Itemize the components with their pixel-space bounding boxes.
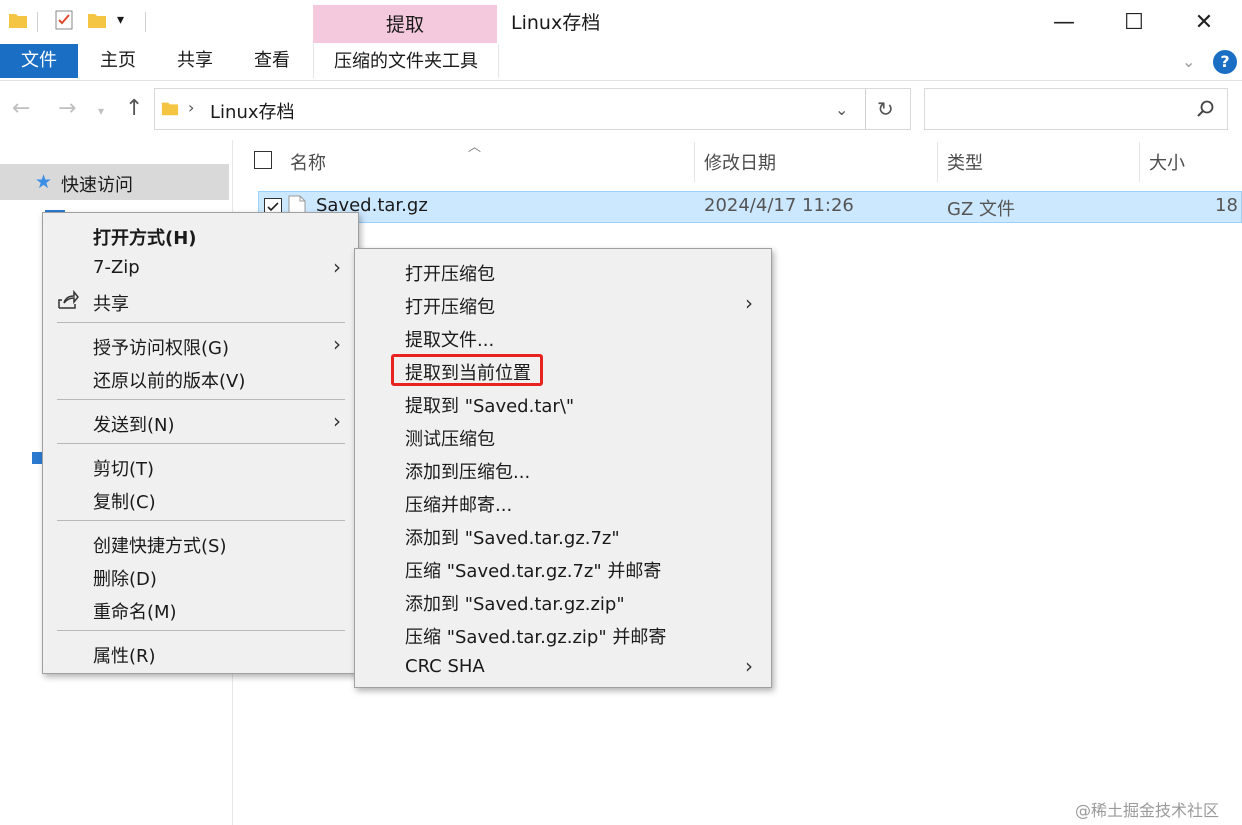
extract-context-tab[interactable]: 提取 (313, 5, 497, 43)
submenu-arrow-icon: › (333, 332, 341, 356)
new-folder-icon[interactable] (87, 10, 107, 30)
folder-icon (161, 99, 179, 122)
nav-quick-access-label: 快速访问 (61, 175, 133, 196)
file-size: 18 (1215, 195, 1238, 216)
zip-item-add-to-archive[interactable]: 添加到压缩包... (405, 458, 530, 484)
search-icon[interactable] (1196, 99, 1216, 124)
context-menu: 打开方式(H) 7-Zip › 共享 授予访问权限(G) › 还原以前的版本(V… (42, 212, 359, 674)
menu-item-send-to[interactable]: 发送到(N) (93, 411, 175, 437)
zip-item-add-zip[interactable]: 添加到 "Saved.tar.gz.zip" (405, 590, 625, 616)
search-input[interactable] (924, 88, 1228, 130)
menu-item-grant-access[interactable]: 授予访问权限(G) (93, 334, 229, 360)
forward-arrow-icon[interactable]: → (58, 96, 76, 121)
help-icon[interactable]: ? (1213, 50, 1237, 74)
menu-item-properties[interactable]: 属性(R) (93, 642, 156, 668)
close-button[interactable]: ✕ (1181, 6, 1227, 38)
highlight-annotation (391, 354, 543, 386)
menu-separator (57, 630, 345, 631)
menu-item-restore-versions[interactable]: 还原以前的版本(V) (93, 367, 245, 393)
zip-item-open-archive-sub[interactable]: 打开压缩包 (405, 293, 495, 319)
zip-item-extract-files[interactable]: 提取文件... (405, 326, 494, 352)
submenu-arrow-icon: › (333, 409, 341, 433)
column-divider[interactable] (694, 142, 695, 182)
menu-separator (57, 443, 345, 444)
toolbar-divider (37, 12, 38, 32)
menu-separator (57, 322, 345, 323)
zip-item-crc-sha[interactable]: CRC SHA (405, 656, 485, 677)
column-divider[interactable] (1139, 142, 1140, 182)
star-icon: ★ (35, 171, 53, 193)
file-modified: 2024/4/17 11:26 (704, 195, 854, 216)
zip-item-compress-email[interactable]: 压缩并邮寄... (405, 491, 512, 517)
zip-item-compress-zip-email[interactable]: 压缩 "Saved.tar.gz.zip" 并邮寄 (405, 623, 666, 649)
maximize-button[interactable]: ☐ (1111, 6, 1157, 38)
address-divider (865, 89, 866, 129)
tab-compressed-folder-tools[interactable]: 压缩的文件夹工具 (313, 44, 499, 78)
zip-item-add-7z[interactable]: 添加到 "Saved.tar.gz.7z" (405, 524, 620, 550)
back-arrow-icon[interactable]: ← (12, 96, 30, 121)
up-arrow-icon[interactable]: ↑ (125, 96, 143, 121)
menu-item-cut[interactable]: 剪切(T) (93, 455, 154, 481)
submenu-arrow-icon: › (745, 654, 753, 678)
column-divider[interactable] (937, 142, 938, 182)
file-type: GZ 文件 (947, 199, 1016, 220)
breadcrumb[interactable]: Linux存档 (210, 98, 295, 124)
tab-home[interactable]: 主页 (100, 44, 136, 78)
folder-icon[interactable] (8, 10, 28, 30)
window-title: Linux存档 (511, 12, 601, 34)
minimize-button[interactable]: — (1041, 6, 1087, 38)
zip-item-extract-to-folder[interactable]: 提取到 "Saved.tar\" (405, 392, 574, 418)
sort-ascending-icon: ︿ (468, 140, 482, 155)
refresh-icon[interactable]: ↻ (877, 97, 894, 121)
menu-item-rename[interactable]: 重命名(M) (93, 598, 177, 624)
recent-locations-icon[interactable]: ▾ (98, 104, 104, 118)
watermark: @稀土掘金技术社区 (1075, 801, 1220, 820)
submenu-arrow-icon: › (745, 291, 753, 315)
tab-file[interactable]: 文件 (0, 44, 78, 78)
column-name[interactable]: 名称 (290, 149, 326, 175)
column-type[interactable]: 类型 (947, 149, 983, 175)
select-all-checkbox[interactable] (254, 151, 272, 169)
menu-item-create-shortcut[interactable]: 创建快捷方式(S) (93, 532, 226, 558)
expand-ribbon-icon[interactable]: ⌄ (1182, 52, 1195, 71)
menu-item-copy[interactable]: 复制(C) (93, 488, 156, 514)
column-size[interactable]: 大小 (1149, 149, 1185, 175)
toolbar-divider (145, 12, 146, 32)
properties-icon[interactable] (54, 10, 74, 30)
zip-item-test-archive[interactable]: 测试压缩包 (405, 425, 495, 451)
menu-item-7zip[interactable]: 7-Zip (93, 257, 140, 278)
tab-view[interactable]: 查看 (254, 44, 290, 78)
column-modified[interactable]: 修改日期 (704, 149, 776, 175)
menu-separator (57, 399, 345, 400)
zip-item-compress-7z-email[interactable]: 压缩 "Saved.tar.gz.7z" 并邮寄 (405, 557, 661, 583)
zip-item-open-archive[interactable]: 打开压缩包 (405, 260, 495, 286)
address-dropdown-icon[interactable]: ⌄ (835, 100, 848, 119)
menu-item-open-with[interactable]: 打开方式(H) (93, 224, 197, 250)
menu-item-share[interactable]: 共享 (93, 290, 129, 316)
menu-separator (57, 520, 345, 521)
menu-item-delete[interactable]: 删除(D) (93, 565, 157, 591)
7zip-submenu: 打开压缩包 打开压缩包 › 提取文件... 提取到当前位置 提取到 "Saved… (354, 248, 772, 688)
breadcrumb-chevron-icon[interactable]: › (188, 98, 194, 117)
customize-toolbar-icon[interactable]: ▾ (117, 12, 124, 28)
tab-share[interactable]: 共享 (177, 44, 213, 78)
submenu-arrow-icon: › (333, 255, 341, 279)
share-icon (57, 289, 79, 315)
